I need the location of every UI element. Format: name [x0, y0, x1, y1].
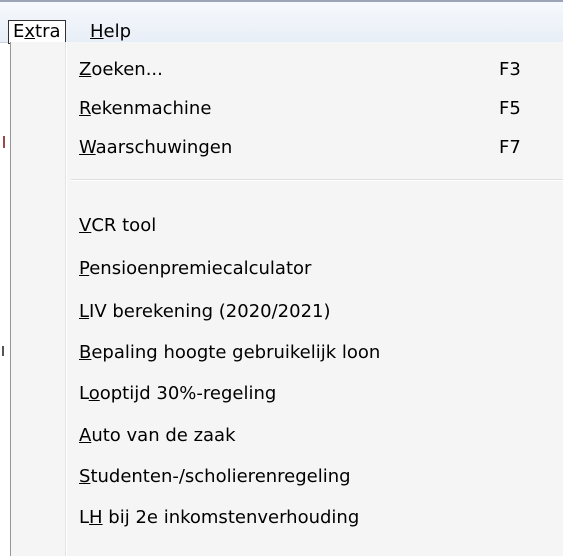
shortcut-label: F7	[499, 137, 521, 158]
menu-item-mnemonic: A	[79, 425, 92, 446]
menu-item-bepaling-gebruikelijk-loon[interactable]: Bepaling hoogte gebruikelijk loon	[79, 336, 549, 370]
menu-extra-mnemonic: x	[24, 21, 36, 42]
menu-item-mnemonic: R	[79, 98, 91, 119]
menubar: Extra Help	[0, 2, 563, 44]
menu-extra-suffix: tra	[35, 21, 61, 42]
menu-item-auto-van-de-zaak[interactable]: Auto van de zaak	[79, 419, 549, 453]
menu-extra-prefix: E	[13, 21, 25, 42]
screen: Extra Help Zoeken... F3 Rekenmachine F5 …	[0, 0, 563, 556]
menu-item-mnemonic: P	[79, 258, 90, 279]
menu-help-mnemonic: H	[90, 21, 104, 42]
menu-item-label: optijd 30%-regeling	[99, 383, 277, 404]
menu-item-label: CR tool	[91, 215, 157, 236]
menu-item-mnemonic: Z	[79, 59, 92, 80]
shortcut-label: F5	[499, 98, 521, 119]
menu-item-mnemonic: V	[79, 215, 92, 236]
menu-item-studentenregeling[interactable]: Studenten-/scholierenregeling	[79, 460, 549, 494]
menu-help-suffix: elp	[103, 21, 132, 42]
menu-item-mnemonic: o	[88, 383, 100, 404]
menu-item-prefix: L	[79, 507, 90, 528]
menu-item-label: oeken...	[91, 59, 163, 80]
menu-item-zoeken[interactable]: Zoeken... F3	[79, 53, 549, 87]
menu-separator-highlight	[71, 180, 563, 181]
menu-item-label: uto van de zaak	[91, 425, 236, 446]
icon-gutter-divider-highlight	[66, 42, 67, 556]
menu-item-mnemonic: B	[79, 342, 92, 363]
menu-item-label: IV berekening (2020/2021)	[89, 301, 331, 322]
menu-item-label: epaling hoogte gebruikelijk loon	[91, 342, 381, 363]
menu-item-looptijd-30-regeling[interactable]: Looptijd 30%-regeling	[79, 377, 549, 411]
menu-item-label: ensioenpremiecalculator	[89, 258, 312, 279]
menu-item-pensioenpremiecalculator[interactable]: Pensioenpremiecalculator	[79, 252, 549, 286]
menu-item-lh-2e-inkomstenverhouding[interactable]: LH bij 2e inkomstenverhouding	[79, 501, 549, 535]
menu-help[interactable]: Help	[86, 20, 135, 44]
menu-item-mnemonic: L	[79, 301, 90, 322]
menu-item-mnemonic: W	[79, 137, 96, 158]
menu-item-prefix: L	[79, 383, 89, 404]
extra-dropdown-menu: Zoeken... F3 Rekenmachine F5 Waarschuwin…	[10, 42, 563, 556]
menu-item-vcr-tool[interactable]: VCR tool	[79, 209, 549, 243]
shortcut-label: F3	[499, 59, 521, 80]
menu-item-label: tudenten-/scholierenregeling	[90, 466, 351, 487]
menu-item-waarschuwingen[interactable]: Waarschuwingen F7	[79, 131, 549, 165]
menu-item-label: aarschuwingen	[95, 137, 233, 158]
edge-artifact	[3, 136, 5, 148]
menu-item-mnemonic: H	[89, 507, 103, 528]
menu-extra[interactable]: Extra	[8, 20, 66, 44]
edge-artifact	[2, 346, 4, 356]
menu-item-label: bij 2e inkomstenverhouding	[102, 507, 360, 528]
menu-item-mnemonic: S	[79, 466, 91, 487]
menu-item-liv-berekening[interactable]: LIV berekening (2020/2021)	[79, 295, 549, 329]
menu-item-rekenmachine[interactable]: Rekenmachine F5	[79, 92, 549, 126]
menu-item-label: ekenmachine	[90, 98, 212, 119]
